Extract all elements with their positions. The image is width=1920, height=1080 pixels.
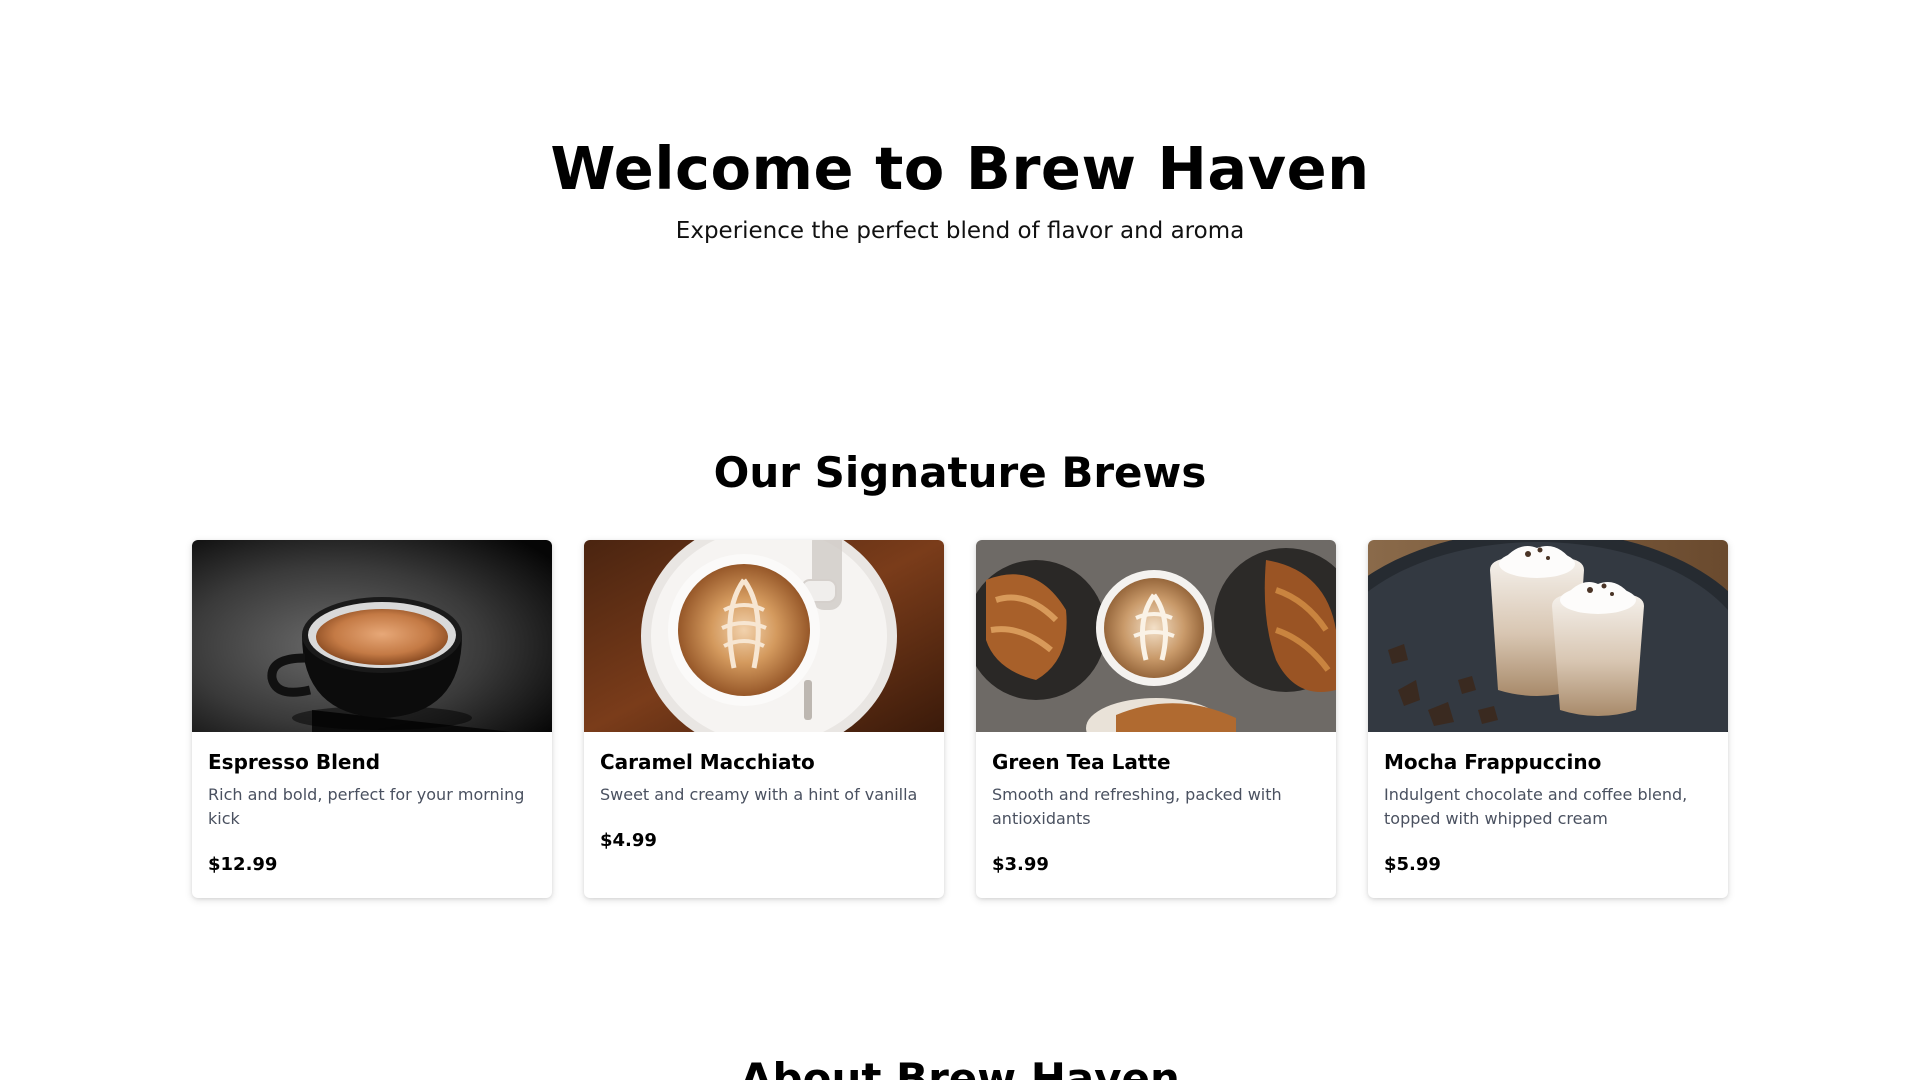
product-card[interactable]: Caramel Macchiato Sweet and creamy with … bbox=[584, 540, 944, 898]
product-description: Rich and bold, perfect for your morning … bbox=[208, 785, 525, 828]
product-description: Indulgent chocolate and coffee blend, to… bbox=[1384, 785, 1688, 828]
product-grid: Espresso Blend Rich and bold, perfect fo… bbox=[192, 540, 1728, 898]
product-image bbox=[584, 540, 944, 732]
espresso-cup-photo bbox=[192, 540, 552, 732]
product-image bbox=[976, 540, 1336, 732]
product-price: $4.99 bbox=[600, 830, 657, 851]
product-image bbox=[1368, 540, 1728, 732]
product-card[interactable]: Espresso Blend Rich and bold, perfect fo… bbox=[192, 540, 552, 898]
product-name: Caramel Macchiato bbox=[600, 750, 815, 774]
product-price: $3.99 bbox=[992, 854, 1049, 875]
product-name: Espresso Blend bbox=[208, 750, 381, 774]
product-price: $5.99 bbox=[1384, 854, 1441, 875]
product-card[interactable]: Green Tea Latte Smooth and refreshing, p… bbox=[976, 540, 1336, 898]
latte-with-croissants-photo bbox=[976, 540, 1336, 732]
about-section-title: About Brew Haven bbox=[740, 1054, 1180, 1080]
product-card[interactable]: Mocha Frappuccino Indulgent chocolate an… bbox=[1368, 540, 1728, 898]
iced-mocha-glasses-photo bbox=[1368, 540, 1728, 732]
product-name: Mocha Frappuccino bbox=[1384, 750, 1602, 774]
product-price: $12.99 bbox=[208, 854, 278, 875]
hero-title: Welcome to Brew Haven bbox=[550, 134, 1370, 203]
page: Welcome to Brew Haven Experience the per… bbox=[0, 0, 1920, 1080]
latte-art-cup-photo bbox=[584, 540, 944, 732]
product-description: Sweet and creamy with a hint of vanilla bbox=[600, 785, 918, 804]
product-description: Smooth and refreshing, packed with antio… bbox=[992, 785, 1282, 828]
hero-subtitle: Experience the perfect blend of flavor a… bbox=[675, 218, 1245, 244]
hero-section: Welcome to Brew Haven Experience the per… bbox=[0, 136, 1920, 246]
product-image bbox=[192, 540, 552, 732]
products-section-title: Our Signature Brews bbox=[713, 448, 1207, 497]
product-name: Green Tea Latte bbox=[992, 750, 1171, 774]
